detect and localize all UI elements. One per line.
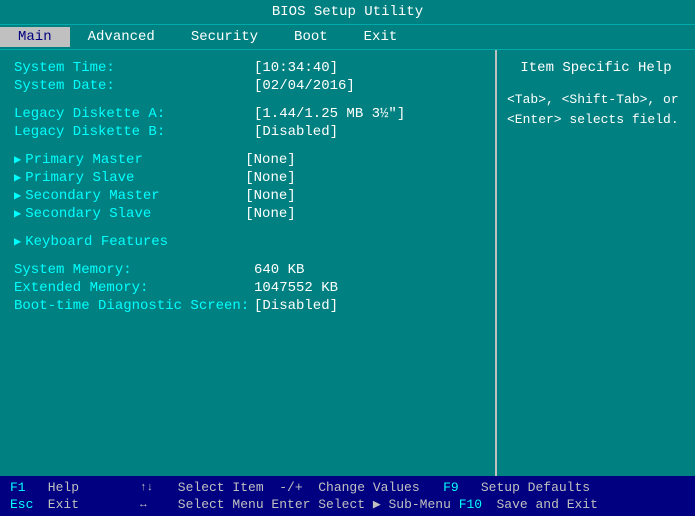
help-text: <Tab>, <Shift-Tab>, or <Enter> selects f… xyxy=(507,90,685,129)
secondary-slave-value: [None] xyxy=(245,206,295,222)
menu-advanced[interactable]: Advanced xyxy=(70,27,173,47)
f1-desc: Help xyxy=(40,480,140,495)
system-memory-row: System Memory: 640 KB xyxy=(14,262,481,278)
esc-desc: Exit xyxy=(40,497,140,512)
primary-slave-label: Primary Slave xyxy=(25,170,245,186)
menu-main[interactable]: Main xyxy=(0,27,70,47)
menu-boot[interactable]: Boot xyxy=(276,27,346,47)
status-bar: F1 Help ↑↓ Select Item -/+ Change Values… xyxy=(0,476,695,516)
keyboard-features-arrow: ▶ xyxy=(14,234,21,249)
system-date-value[interactable]: [02/04/2016] xyxy=(254,78,355,94)
primary-slave-value: [None] xyxy=(245,170,295,186)
extended-memory-row: Extended Memory: 1047552 KB xyxy=(14,280,481,296)
keyboard-features-label: Keyboard Features xyxy=(25,234,245,250)
f9-key: F9 xyxy=(443,480,473,495)
secondary-master-arrow: ▶ xyxy=(14,188,21,203)
primary-master-row[interactable]: ▶ Primary Master [None] xyxy=(14,152,481,168)
left-panel: System Time: [10:34:40] System Date: [02… xyxy=(0,50,495,476)
status-row-1: F1 Help ↑↓ Select Item -/+ Change Values… xyxy=(10,480,685,495)
change-values-desc: Change Values xyxy=(303,480,443,495)
secondary-slave-label: Secondary Slave xyxy=(25,206,245,222)
sub-menu-desc: Select ▶ Sub-Menu xyxy=(310,497,458,512)
diskette-b-label: Legacy Diskette B: xyxy=(14,124,254,140)
boot-diagnostic-label: Boot-time Diagnostic Screen: xyxy=(14,298,254,314)
system-time-highlight[interactable]: 10 xyxy=(262,60,279,76)
system-time-value[interactable]: [10:34:40] xyxy=(254,60,338,76)
title-bar: BIOS Setup Utility xyxy=(0,0,695,24)
keyboard-features-row[interactable]: ▶ Keyboard Features xyxy=(14,234,481,250)
diskette-a-label: Legacy Diskette A: xyxy=(14,106,254,122)
primary-slave-arrow: ▶ xyxy=(14,170,21,185)
secondary-master-value: [None] xyxy=(245,188,295,204)
bios-container: BIOS Setup Utility Main Advanced Securit… xyxy=(0,0,695,516)
f1-key: F1 xyxy=(10,480,40,495)
menu-exit[interactable]: Exit xyxy=(346,27,416,47)
primary-slave-row[interactable]: ▶ Primary Slave [None] xyxy=(14,170,481,186)
system-date-row: System Date: [02/04/2016] xyxy=(14,78,481,94)
extended-memory-label: Extended Memory: xyxy=(14,280,254,296)
bios-title: BIOS Setup Utility xyxy=(272,4,423,20)
status-row-2: Esc Exit ↔ Select Menu Enter Select ▶ Su… xyxy=(10,497,685,512)
primary-master-value: [None] xyxy=(245,152,295,168)
esc-key: Esc xyxy=(10,497,40,512)
updown-arrows: ↑↓ xyxy=(140,482,170,494)
secondary-slave-row[interactable]: ▶ Secondary Slave [None] xyxy=(14,206,481,222)
system-memory-value: 640 KB xyxy=(254,262,304,278)
enter-sep: Enter xyxy=(271,497,310,512)
diskette-a-value[interactable]: [1.44/1.25 MB 3½"] xyxy=(254,106,405,122)
select-item-desc: Select Item xyxy=(170,480,279,495)
menu-bar[interactable]: Main Advanced Security Boot Exit xyxy=(0,24,695,50)
secondary-master-label: Secondary Master xyxy=(25,188,245,204)
change-sep: -/+ xyxy=(279,480,302,495)
primary-master-arrow: ▶ xyxy=(14,152,21,167)
boot-diagnostic-row: Boot-time Diagnostic Screen: [Disabled] xyxy=(14,298,481,314)
system-time-row: System Time: [10:34:40] xyxy=(14,60,481,76)
diskette-b-row: Legacy Diskette B: [Disabled] xyxy=(14,124,481,140)
content-area: System Time: [10:34:40] System Date: [02… xyxy=(0,50,695,476)
help-panel: Item Specific Help <Tab>, <Shift-Tab>, o… xyxy=(495,50,695,476)
system-memory-label: System Memory: xyxy=(14,262,254,278)
f9-desc: Setup Defaults xyxy=(473,480,590,495)
primary-master-label: Primary Master xyxy=(25,152,245,168)
help-title: Item Specific Help xyxy=(507,60,685,76)
f10-key: F10 xyxy=(459,497,489,512)
boot-diagnostic-value[interactable]: [Disabled] xyxy=(254,298,338,314)
secondary-slave-arrow: ▶ xyxy=(14,206,21,221)
secondary-master-row[interactable]: ▶ Secondary Master [None] xyxy=(14,188,481,204)
select-menu-desc: Select Menu xyxy=(170,497,271,512)
leftright-arrows: ↔ xyxy=(140,499,170,511)
menu-security[interactable]: Security xyxy=(173,27,276,47)
f10-desc: Save and Exit xyxy=(489,497,598,512)
system-time-label: System Time: xyxy=(14,60,254,76)
extended-memory-value: 1047552 KB xyxy=(254,280,338,296)
diskette-b-value[interactable]: [Disabled] xyxy=(254,124,338,140)
system-date-label: System Date: xyxy=(14,78,254,94)
diskette-a-row: Legacy Diskette A: [1.44/1.25 MB 3½"] xyxy=(14,106,481,122)
